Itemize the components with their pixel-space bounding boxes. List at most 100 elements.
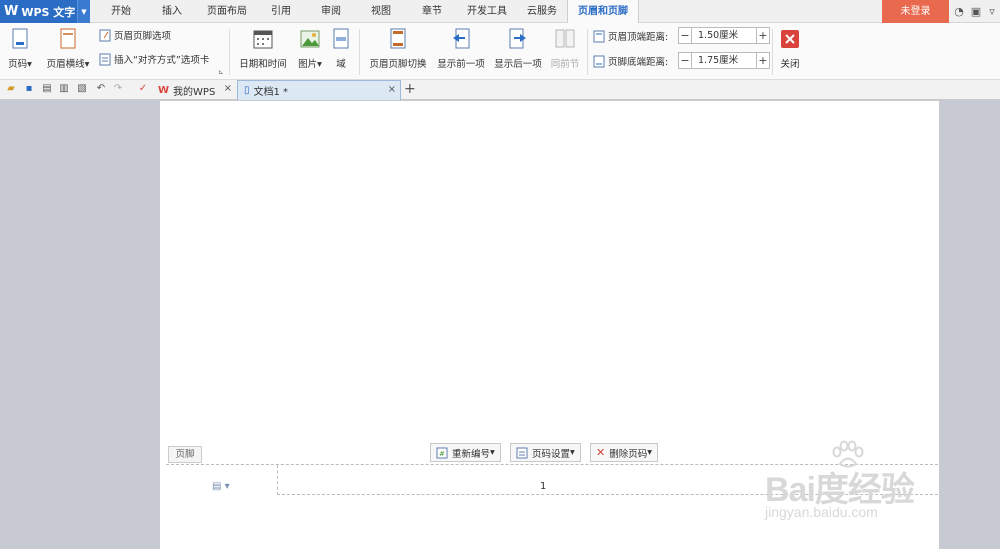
page-number-settings-button[interactable]: 页码设置 ▾ bbox=[510, 443, 581, 462]
show-previous-label: 显示前一项 bbox=[437, 59, 485, 70]
footer-distance-icon bbox=[593, 55, 605, 67]
footer-insert-icon[interactable]: ▤ ▾ bbox=[212, 481, 230, 492]
page-number-icon bbox=[12, 28, 28, 49]
svg-text:#: # bbox=[439, 450, 445, 458]
insert-align-tab-button[interactable]: 插入“对齐方式”选项卡 bbox=[99, 52, 209, 66]
close-header-footer-button[interactable]: 关闭 bbox=[777, 28, 803, 70]
header-distance-decrease-button[interactable]: − bbox=[678, 27, 692, 44]
footer-distance-decrease-button[interactable]: − bbox=[678, 52, 692, 69]
field-label: 域 bbox=[336, 59, 346, 70]
customize-toolbar-icon[interactable]: ✓ bbox=[136, 82, 150, 96]
ribbon-divider bbox=[772, 29, 773, 75]
header-line-label: 页眉横线 bbox=[46, 59, 85, 70]
watermark-url: jingyan.baidu.com bbox=[765, 504, 878, 520]
redo-icon[interactable]: ↷ bbox=[111, 82, 125, 96]
open-folder-icon[interactable]: ▰ bbox=[4, 82, 18, 96]
header-top-distance-input[interactable]: 1.50厘米 bbox=[692, 27, 756, 44]
header-line-icon bbox=[60, 28, 76, 49]
tab-document1[interactable]: ▯ 文档1 * × bbox=[237, 80, 401, 100]
header-top-distance-spinner: − 1.50厘米 + bbox=[678, 27, 770, 44]
show-previous-button[interactable]: 显示前一项 bbox=[434, 28, 488, 70]
delete-page-number-button[interactable]: ✕ 删除页码 ▾ bbox=[590, 443, 659, 462]
tab-my-wps[interactable]: W 我的WPS × bbox=[152, 80, 236, 100]
delete-x-icon: ✕ bbox=[596, 446, 606, 459]
picture-label: 图片 bbox=[298, 59, 318, 70]
hf-options-button[interactable]: 页眉页脚选项 bbox=[99, 28, 171, 42]
page-number-label: 页码 bbox=[8, 59, 28, 70]
skin-icon[interactable]: ◔ bbox=[951, 4, 967, 20]
footer-tag: 页脚 bbox=[168, 446, 202, 463]
tab-home[interactable]: 开始 bbox=[102, 0, 140, 23]
tab-cloud[interactable]: 云服务 bbox=[519, 0, 565, 23]
header-distance-increase-button[interactable]: + bbox=[756, 27, 770, 44]
page-number-settings-label: 页码设置 bbox=[532, 448, 571, 460]
tab-my-wps-label: 我的WPS bbox=[173, 86, 216, 98]
show-next-label: 显示后一项 bbox=[494, 59, 542, 70]
hf-switch-label: 页眉页脚切换 bbox=[369, 59, 427, 70]
quick-access-bar: ▰ ▪ ▤ ▥ ▧ ↶ ↷ ✓ W 我的WPS × ▯ 文档1 * × + bbox=[0, 80, 1000, 100]
chevron-down-icon: ▾ bbox=[84, 59, 90, 70]
share-icon[interactable]: ▣ bbox=[968, 4, 984, 20]
ribbon-divider bbox=[229, 29, 230, 75]
save-icon[interactable]: ▪ bbox=[22, 82, 36, 96]
picture-button[interactable]: 图片▾ bbox=[294, 28, 326, 70]
page-settings-icon bbox=[516, 447, 528, 458]
help-icon[interactable]: ▿ bbox=[984, 4, 1000, 20]
footer-bottom-distance-label-row: 页脚底端距离: bbox=[593, 54, 668, 68]
save-as-icon[interactable]: ▤ bbox=[40, 82, 54, 96]
wps-logo-icon: W bbox=[4, 4, 19, 19]
calendar-icon bbox=[253, 30, 273, 49]
renumber-button[interactable]: # 重新编号 ▾ bbox=[430, 443, 501, 462]
arrow-right-icon bbox=[509, 28, 526, 49]
field-icon bbox=[333, 28, 349, 49]
footer-bottom-distance-spinner: − 1.75厘米 + bbox=[678, 52, 770, 69]
footer-bottom-distance-input[interactable]: 1.75厘米 bbox=[692, 52, 756, 69]
tab-review[interactable]: 审阅 bbox=[312, 0, 350, 23]
app-dropdown-icon[interactable]: ▼ bbox=[77, 0, 90, 23]
renumber-icon: # bbox=[436, 447, 448, 458]
tab-header-footer[interactable]: 页眉和页脚 bbox=[567, 0, 639, 24]
tab-developer[interactable]: 开发工具 bbox=[460, 0, 514, 23]
delete-page-number-label: 删除页码 bbox=[609, 448, 648, 460]
close-icon bbox=[781, 30, 799, 48]
same-as-previous-button[interactable]: 同前节 bbox=[549, 28, 581, 70]
tab-insert[interactable]: 插入 bbox=[153, 0, 191, 23]
picture-icon bbox=[300, 30, 320, 48]
header-top-distance-label: 页眉顶端距离: bbox=[608, 32, 669, 43]
ribbon-header-footer: 页码▾ 页眉横线▾ 页眉页脚选项 插入“对齐方式”选项卡 ⊾ 日期和时间 图片▾… bbox=[0, 23, 1000, 80]
tab-document1-label: 文档1 * bbox=[253, 87, 289, 98]
header-line-button[interactable]: 页眉横线▾ bbox=[43, 28, 93, 70]
close-tab-icon[interactable]: × bbox=[224, 83, 232, 94]
dialog-launcher-icon[interactable]: ⊾ bbox=[218, 68, 224, 76]
page-number-button[interactable]: 页码▾ bbox=[4, 28, 36, 70]
wps-w-icon: W bbox=[158, 84, 170, 96]
show-next-button[interactable]: 显示后一项 bbox=[491, 28, 545, 70]
date-time-label: 日期和时间 bbox=[239, 59, 287, 70]
chevron-down-icon: ▾ bbox=[317, 59, 322, 70]
close-tab-icon[interactable]: × bbox=[388, 84, 396, 95]
same-as-previous-label: 同前节 bbox=[550, 59, 580, 70]
print-icon[interactable]: ▥ bbox=[57, 82, 71, 96]
menu-bar: W WPS 文字 ▼ 开始 插入 页面布局 引用 审阅 视图 章节 开发工具 云… bbox=[0, 0, 1000, 24]
tab-reference[interactable]: 引用 bbox=[262, 0, 300, 23]
login-button[interactable]: 未登录 bbox=[882, 0, 949, 23]
tab-view[interactable]: 视图 bbox=[362, 0, 400, 23]
chevron-down-icon: ▾ bbox=[490, 447, 495, 458]
print-preview-icon[interactable]: ▧ bbox=[75, 82, 89, 96]
tab-chapter[interactable]: 章节 bbox=[413, 0, 451, 23]
app-menu-button[interactable]: W WPS 文字 ▼ bbox=[0, 0, 90, 23]
ribbon-divider bbox=[587, 29, 588, 75]
arrow-left-icon bbox=[453, 28, 470, 49]
same-as-previous-icon bbox=[555, 29, 575, 48]
date-time-button[interactable]: 日期和时间 bbox=[237, 28, 289, 70]
footer-distance-increase-button[interactable]: + bbox=[756, 52, 770, 69]
field-button[interactable]: 域 bbox=[330, 28, 352, 70]
ribbon-divider bbox=[359, 29, 360, 75]
insert-align-tab-label: 插入“对齐方式”选项卡 bbox=[114, 55, 210, 66]
hf-switch-button[interactable]: 页眉页脚切换 bbox=[366, 28, 430, 70]
tab-page-layout[interactable]: 页面布局 bbox=[200, 0, 254, 23]
close-label: 关闭 bbox=[780, 59, 800, 70]
footer-bottom-distance-label: 页脚底端距离: bbox=[608, 57, 669, 68]
undo-icon[interactable]: ↶ bbox=[94, 82, 108, 96]
new-tab-button[interactable]: + bbox=[404, 81, 416, 97]
